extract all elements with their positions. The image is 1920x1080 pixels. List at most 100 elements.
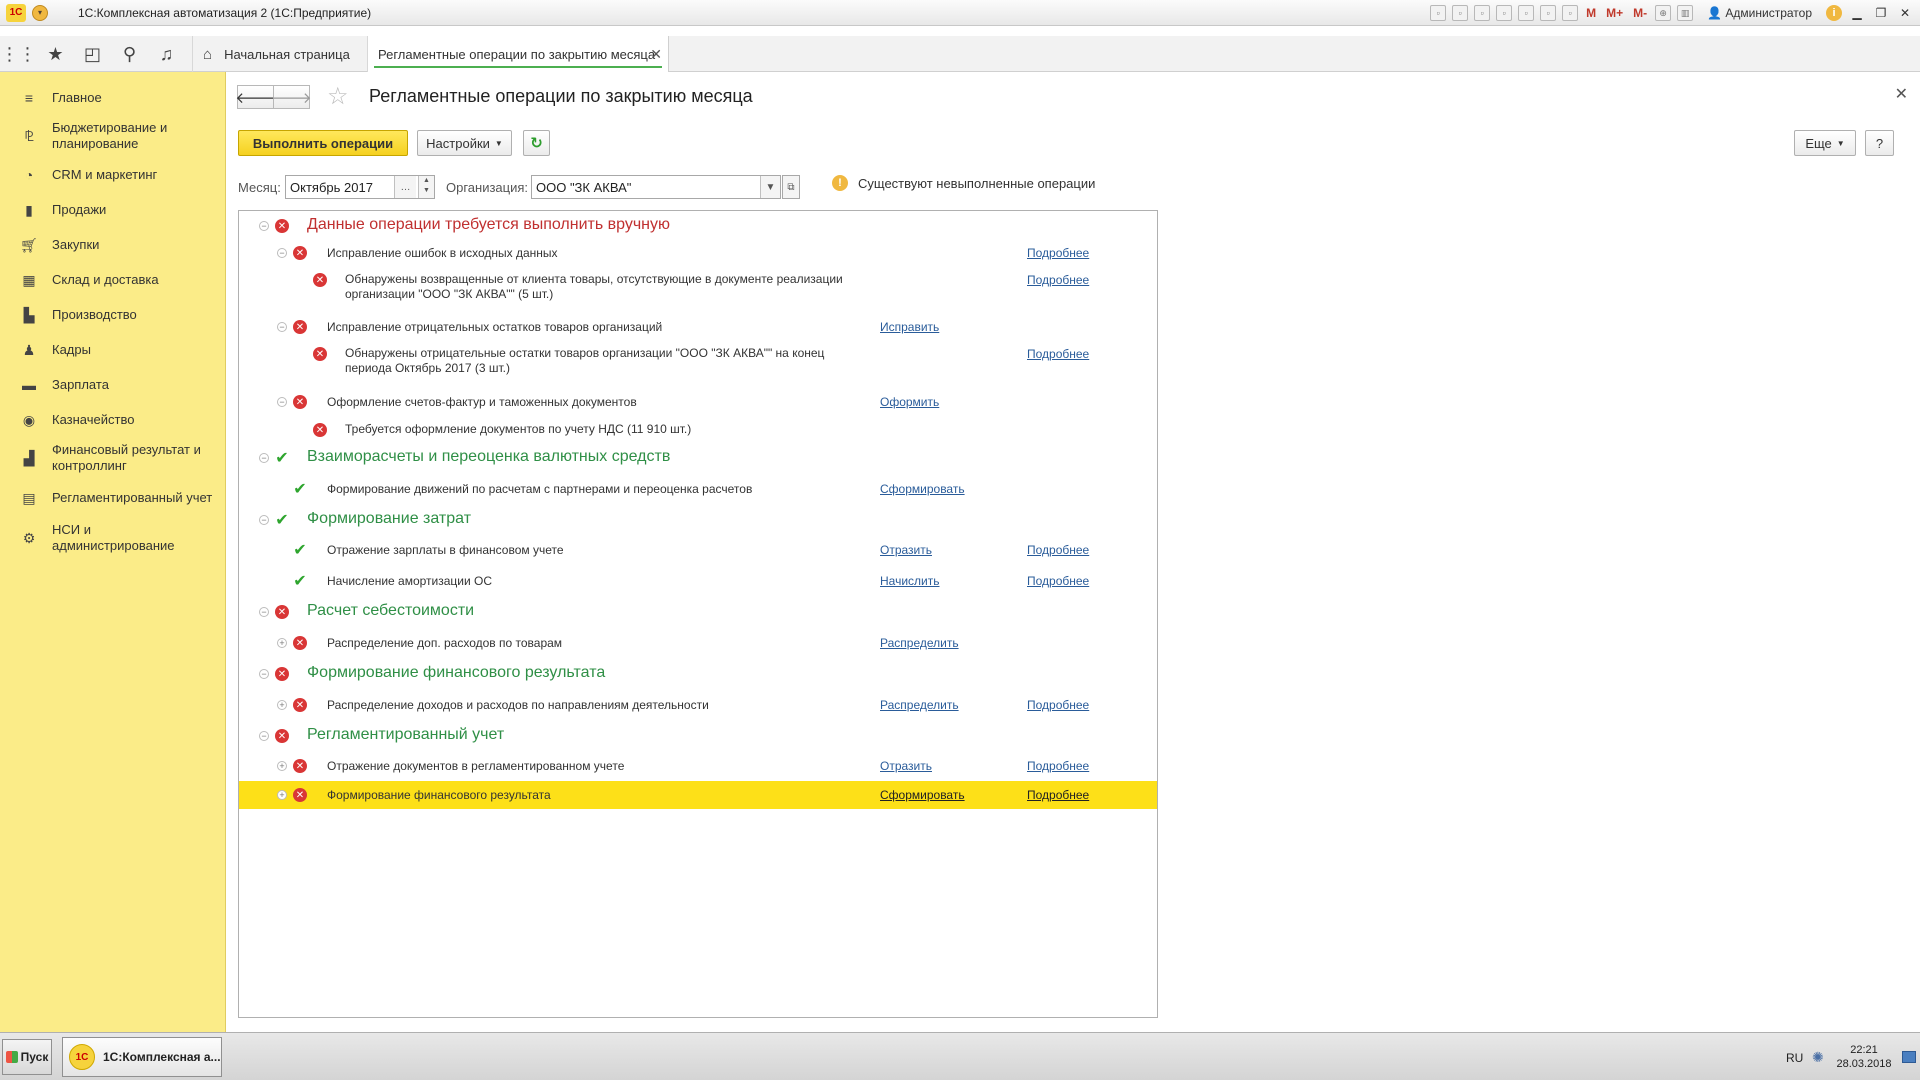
- tree-row[interactable]: ✔ Начисление амортизации ОС Начислить Подро…: [239, 565, 1157, 597]
- operation-details-link[interactable]: Подробнее: [1027, 788, 1089, 802]
- tree-row[interactable]: − ✕ Данные операции требуется выполнить вр…: [239, 211, 1157, 241]
- collapse-icon[interactable]: −: [259, 607, 269, 617]
- execute-operations-button[interactable]: Выполнить операции: [238, 130, 408, 156]
- tree-row[interactable]: − ✕ Исправление ошибок в исходных данных По…: [239, 241, 1157, 265]
- favorite-star-icon[interactable]: ☆: [327, 82, 349, 111]
- taskbar-app-1c[interactable]: 1С 1С:Комплексная а...: [62, 1037, 222, 1077]
- operation-action-link[interactable]: Сформировать: [880, 788, 965, 802]
- minimize-button[interactable]: ▁: [1848, 6, 1866, 20]
- collapse-icon[interactable]: −: [259, 669, 269, 679]
- sidebar-item-regulated-accounting[interactable]: ▤ Регламентированный учет: [0, 480, 226, 516]
- collapse-icon[interactable]: −: [259, 453, 269, 463]
- tree-row[interactable]: ✕ Обнаружены отрицательные остатки товаро…: [239, 339, 1157, 389]
- main-menu-icon[interactable]: ▾: [32, 4, 48, 21]
- tree-row[interactable]: − ✕ Регламентированный учет: [239, 721, 1157, 751]
- operation-details-link[interactable]: Подробнее: [1027, 273, 1089, 287]
- sidebar-item-sales[interactable]: ▮ Продажи: [0, 192, 226, 228]
- close-tab-icon[interactable]: ✕: [650, 46, 662, 63]
- collapse-icon[interactable]: −: [259, 731, 269, 741]
- panel-icon[interactable]: ▥: [1677, 5, 1694, 21]
- tree-row[interactable]: − ✔ Формирование затрат: [239, 505, 1157, 535]
- organization-dropdown-icon[interactable]: ▼: [760, 176, 780, 198]
- zoom-icon[interactable]: ⊕: [1655, 5, 1672, 21]
- star-icon[interactable]: ★: [37, 36, 74, 72]
- operation-action-link[interactable]: Распределить: [880, 636, 959, 650]
- sidebar-item-crm[interactable]: ◔ CRM и маркетинг: [0, 158, 226, 192]
- operation-action-link[interactable]: Начислить: [880, 574, 939, 588]
- more-button[interactable]: Еще ▼: [1794, 130, 1856, 156]
- tree-row[interactable]: ✕ Требуется оформление документов по учет…: [239, 415, 1157, 443]
- tree-row[interactable]: + ✕ Отражение документов в регламентирован…: [239, 751, 1157, 781]
- link-icon[interactable]: ▫: [1496, 5, 1513, 21]
- operation-details-link[interactable]: Подробнее: [1027, 698, 1089, 712]
- tab-home[interactable]: ⌂ Начальная страница: [192, 36, 364, 72]
- tree-row[interactable]: − ✕ Расчет себестоимости: [239, 597, 1157, 627]
- sidebar-item-budget[interactable]: ⅊ Бюджетирование и планирование: [0, 116, 226, 156]
- apps-grid-icon[interactable]: ⋮⋮: [0, 36, 37, 72]
- collapse-icon[interactable]: −: [277, 248, 287, 258]
- tab-closing-operations[interactable]: Регламентные операции по закрытию месяца…: [367, 36, 669, 72]
- collapse-icon[interactable]: −: [259, 515, 269, 525]
- language-indicator[interactable]: RU: [1786, 1051, 1803, 1065]
- close-window-button[interactable]: ✕: [1896, 6, 1914, 20]
- sidebar-item-treasury[interactable]: ◉ Казначейство: [0, 402, 226, 438]
- tree-row[interactable]: − ✔ Взаиморасчеты и переоценка валютных ср…: [239, 443, 1157, 473]
- system-clock[interactable]: 22:21 28.03.2018: [1834, 1043, 1894, 1071]
- collapse-icon[interactable]: −: [259, 221, 269, 231]
- tree-row[interactable]: + ✕ Распределение доходов и расходов по на…: [239, 689, 1157, 721]
- operation-details-link[interactable]: Подробнее: [1027, 759, 1089, 773]
- user-name[interactable]: 👤 Администратор: [1707, 6, 1812, 20]
- sidebar-item-warehouse[interactable]: ▦ Склад и доставка: [0, 262, 226, 298]
- sidebar-item-salary[interactable]: ▬ Зарплата: [0, 367, 226, 403]
- network-icon[interactable]: ✺: [1812, 1049, 1824, 1066]
- operations-tree[interactable]: − ✕ Данные операции требуется выполнить вр…: [238, 210, 1158, 1018]
- operation-action-link[interactable]: Отразить: [880, 543, 932, 557]
- info-icon[interactable]: i: [1826, 5, 1842, 21]
- tree-row[interactable]: − ✕ Формирование финансового результата: [239, 659, 1157, 689]
- preview-icon[interactable]: ▫: [1474, 5, 1491, 21]
- print-icon[interactable]: ▫: [1452, 5, 1469, 21]
- collapse-icon[interactable]: −: [277, 397, 287, 407]
- app-logo-icon[interactable]: 1С: [6, 3, 26, 22]
- tree-row[interactable]: ✔ Формирование движений по расчетам с пар…: [239, 473, 1157, 505]
- tree-row[interactable]: + ✕ Распределение доп. расходов по товарам…: [239, 627, 1157, 659]
- memory-mminus-button[interactable]: M-: [1631, 6, 1649, 20]
- history-icon[interactable]: ◰: [74, 36, 111, 72]
- operation-details-link[interactable]: Подробнее: [1027, 246, 1089, 260]
- operation-action-link[interactable]: Отразить: [880, 759, 932, 773]
- sidebar-item-production[interactable]: ▙ Производство: [0, 297, 226, 333]
- tree-row[interactable]: − ✕ Исправление отрицательных остатков тов…: [239, 315, 1157, 339]
- memory-mplus-button[interactable]: M+: [1604, 6, 1625, 20]
- search-icon[interactable]: ⚲: [111, 36, 148, 72]
- calculator-icon[interactable]: ▫: [1540, 5, 1557, 21]
- expand-icon[interactable]: +: [277, 638, 287, 648]
- memory-m-button[interactable]: M: [1584, 6, 1598, 20]
- sidebar-item-admin[interactable]: ⚙ НСИ и администрирование: [0, 518, 226, 558]
- tree-row[interactable]: + ✕ Формирование финансового результата Сфо…: [239, 781, 1157, 809]
- open-organization-button[interactable]: ⧉: [782, 175, 800, 199]
- operation-details-link[interactable]: Подробнее: [1027, 574, 1089, 588]
- bell-icon[interactable]: ♫: [148, 36, 185, 72]
- month-spinner[interactable]: ▲ ▼: [418, 176, 434, 198]
- settings-button[interactable]: Настройки ▼: [417, 130, 512, 156]
- forward-button[interactable]: 🡒: [271, 85, 312, 109]
- show-desktop-icon[interactable]: [1902, 1051, 1916, 1063]
- operation-action-link[interactable]: Распределить: [880, 698, 959, 712]
- restore-button[interactable]: ❐: [1872, 6, 1890, 20]
- operation-details-link[interactable]: Подробнее: [1027, 543, 1089, 557]
- expand-icon[interactable]: +: [277, 700, 287, 710]
- operation-action-link[interactable]: Сформировать: [880, 482, 965, 496]
- mail-icon[interactable]: ▫: [1518, 5, 1535, 21]
- help-button[interactable]: ?: [1865, 130, 1894, 156]
- start-button[interactable]: Пуск: [2, 1039, 52, 1075]
- expand-icon[interactable]: +: [277, 761, 287, 771]
- month-field[interactable]: Октябрь 2017 … ▲ ▼: [285, 175, 435, 199]
- save-icon[interactable]: ▫: [1430, 5, 1447, 21]
- calendar-icon[interactable]: ▫: [1562, 5, 1579, 21]
- operation-action-link[interactable]: Оформить: [880, 395, 939, 409]
- sidebar-item-purchases[interactable]: 🛒︎ Закупки: [0, 227, 226, 263]
- tree-row[interactable]: − ✕ Оформление счетов-фактур и таможенных …: [239, 389, 1157, 415]
- operation-action-link[interactable]: Исправить: [880, 320, 939, 334]
- operation-details-link[interactable]: Подробнее: [1027, 347, 1089, 361]
- refresh-button[interactable]: ↻: [523, 130, 550, 156]
